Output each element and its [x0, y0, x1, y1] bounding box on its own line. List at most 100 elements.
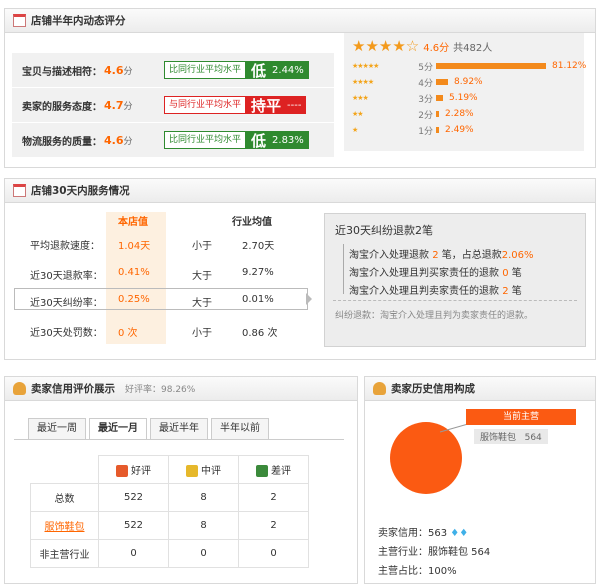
credit-title: 卖家信用评价展示 [31, 383, 115, 395]
dist-bar [436, 111, 439, 117]
table-row: 总数 522 8 2 [30, 483, 309, 512]
dispute-box: 近30天纠纷退款2笔 淘宝介入处理退款 2 笔，占总退款2.06% 淘宝介入处理… [324, 213, 586, 347]
dsr-score: 4.6分 [104, 63, 133, 77]
user-icon [373, 382, 386, 395]
dsr-score: 4.6分 [104, 133, 133, 147]
dist-row: ★★ 2分 2.28% [352, 109, 474, 121]
rating-summary: ★★★★☆ 4.6分 共482人 [352, 37, 493, 55]
user-icon [13, 382, 26, 395]
dist-bar [436, 95, 443, 101]
credit-pie-chart [390, 421, 476, 494]
industry-link[interactable]: 服饰鞋包 [30, 511, 99, 540]
diamond-icon: ♦♦ [450, 528, 469, 539]
service-avg-value: 2.70天 [242, 241, 275, 252]
tabs-baseline [14, 439, 344, 440]
service-label: 平均退款速度： [30, 241, 100, 252]
star-icon: ★★★ [352, 94, 369, 102]
arrow-right-icon [306, 293, 312, 305]
legend-item: 服饰鞋包 564 [474, 429, 548, 444]
compare-text: 比同行业平均水平 [164, 61, 247, 79]
service-store-value: 1.04天 [118, 241, 151, 252]
rating-total: 共482人 [453, 43, 493, 54]
dsr-score: 4.7分 [104, 98, 133, 112]
service-header: 店铺30天内服务情况 [5, 179, 595, 203]
compare-value: 持平 ---- [246, 96, 307, 115]
dist-row: ★★★ 3分 5.19% [352, 93, 478, 105]
star-icon: ★★★★ [352, 78, 374, 86]
history-header: 卖家历史信用构成 [365, 377, 595, 401]
star-icon: ★ [352, 126, 358, 134]
tab-older[interactable]: 半年以前 [211, 418, 269, 440]
dsr-compare: 比同行业平均水平 低 2.83% [164, 131, 309, 150]
dsr-header: 店铺半年内动态评分 [5, 9, 595, 33]
main-industry-badge: 当前主营 [466, 409, 576, 425]
service-label: 近30天处罚数： [30, 328, 103, 339]
dist-row: ★★★★ 4分 8.92% [352, 77, 483, 89]
service-relation: 大于 [192, 298, 212, 309]
rating-avg: 4.6分 [423, 43, 450, 54]
calendar-icon [13, 184, 26, 197]
star-icon: ★★ [352, 110, 364, 118]
period-tabs: 最近一周 最近一月 最近半年 半年以前 [28, 418, 272, 440]
dsr-label: 宝贝与描述相符： [22, 66, 102, 78]
table-header-row: 好评 中评 差评 [31, 455, 309, 484]
service-title: 店铺30天内服务情况 [31, 185, 130, 197]
star-icon: ★★★★☆ [352, 37, 420, 55]
dsr-title: 店铺半年内动态评分 [31, 15, 126, 27]
service-relation: 大于 [192, 271, 212, 282]
rating-distribution: ★★★★☆ 4.6分 共482人 ★★★★★ 5分 81.12% ★★★★ 4分 8.9… [344, 33, 587, 151]
dist-row: ★★★★★ 5分 81.12% [352, 61, 587, 73]
service-label: 近30天退款率： [30, 271, 103, 282]
neutral-icon [186, 465, 198, 477]
credit-header: 卖家信用评价展示 好评率：98.26% [5, 377, 357, 401]
dispute-line: 淘宝介入处理且判卖家责任的退款 2 笔 [349, 286, 522, 297]
service-label: 近30天纠纷率： [30, 298, 103, 309]
credit-table: 好评 中评 差评 总数 522 8 2 服饰鞋包 522 8 2 非主营行业 0… [30, 455, 309, 568]
compare-text: 与同行业平均水平 [164, 96, 247, 114]
col-store-header: 本店值 [118, 217, 148, 228]
table-row: 服饰鞋包 522 8 2 [30, 511, 309, 540]
good-icon [116, 465, 128, 477]
col-bad: 差评 [238, 455, 309, 484]
col-good: 好评 [98, 455, 169, 484]
service-store-value: 0 次 [118, 328, 138, 339]
compare-value: 低 2.83% [246, 131, 309, 150]
table-row: 非主营行业 0 0 0 [30, 539, 309, 568]
dist-bar [436, 127, 439, 133]
tree-line [343, 244, 344, 294]
service-avg-value: 9.27% [242, 267, 274, 278]
service-store-value: 0.41% [118, 267, 150, 278]
star-icon: ★★★★★ [352, 62, 379, 70]
dsr-compare: 与同行业平均水平 持平 ---- [164, 96, 307, 115]
dist-bar [436, 63, 546, 69]
service-avg-value: 0.01% [242, 294, 274, 305]
good-rate: 好评率：98.26% [125, 385, 196, 395]
dispute-line: 淘宝介入处理且判买家责任的退款 0 笔 [349, 268, 522, 279]
seller-credit-line: 卖家信用：563 ♦♦ [378, 528, 469, 539]
bad-icon [256, 465, 268, 477]
calendar-icon [13, 14, 26, 27]
tab-half-year[interactable]: 最近半年 [150, 418, 208, 440]
service-relation: 小于 [192, 241, 212, 252]
dsr-row-desc: 宝贝与描述相符： 4.6分 比同行业平均水平 低 2.44% [12, 53, 334, 87]
service-relation: 小于 [192, 328, 212, 339]
pie-slice-main [390, 422, 462, 494]
dsr-label: 物流服务的质量： [22, 136, 102, 148]
col-avg-header: 行业均值 [232, 217, 272, 228]
divider [333, 300, 577, 301]
compare-text: 比同行业平均水平 [164, 131, 247, 149]
main-ratio-line: 主营占比：100% [378, 566, 457, 577]
compare-value: 低 2.44% [246, 61, 309, 80]
service-avg-value: 0.86 次 [242, 328, 278, 339]
col-neutral: 中评 [168, 455, 239, 484]
dsr-row-logistics: 物流服务的质量： 4.6分 比同行业平均水平 低 2.83% [12, 123, 334, 157]
dsr-label: 卖家的服务态度： [22, 101, 102, 113]
dsr-row-service: 卖家的服务态度： 4.7分 与同行业平均水平 持平 ---- [12, 88, 334, 122]
main-industry-line: 主营行业：服饰鞋包 564 [378, 547, 491, 558]
dispute-note: 纠纷退款：淘宝介入处理且判为卖家责任的退款。 [335, 311, 534, 321]
tab-month[interactable]: 最近一月 [89, 418, 147, 440]
tab-week[interactable]: 最近一周 [28, 418, 86, 440]
dsr-compare: 比同行业平均水平 低 2.44% [164, 61, 309, 80]
dispute-title: 近30天纠纷退款2笔 [335, 224, 433, 237]
dispute-line: 淘宝介入处理退款 2 笔，占总退款2.06% [349, 250, 534, 261]
